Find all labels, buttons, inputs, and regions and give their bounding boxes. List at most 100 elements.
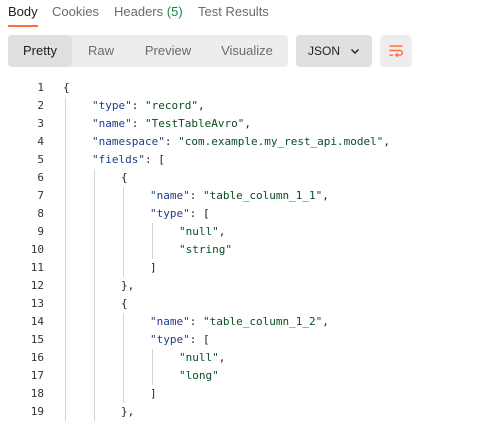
code-line: 9 "null", [0, 223, 496, 241]
indent-guide [65, 259, 66, 277]
json-punctuation: ] [150, 261, 157, 274]
json-string: "string" [179, 243, 232, 256]
indent-guide [65, 349, 66, 367]
json-punctuation: , [218, 225, 226, 238]
indent-guide [65, 331, 66, 349]
tab-cookies[interactable]: Cookies [52, 4, 99, 19]
view-visualize-button[interactable]: Visualize [206, 35, 288, 67]
code-text: "null", [179, 349, 225, 367]
json-punctuation: , [244, 117, 251, 130]
code-line: 11] [0, 259, 496, 277]
code-line: 12}, [0, 277, 496, 295]
indent-guide [65, 367, 66, 385]
indent-guide [65, 169, 66, 187]
line-number: 7 [37, 189, 44, 202]
indent-guide [123, 223, 124, 241]
indent-guide [123, 313, 124, 331]
indent-guide [65, 241, 66, 259]
code-text: { [121, 169, 128, 187]
view-preview-button[interactable]: Preview [130, 35, 206, 67]
code-line: 5 "fields": [ [0, 151, 496, 169]
line-number: 16 [30, 351, 44, 364]
code-line: 2 "type": "record", [0, 97, 496, 115]
code-text: "long" [179, 367, 219, 385]
indent-guide [65, 403, 66, 421]
line-number: 2 [37, 99, 44, 112]
code-line: 4 "namespace": "com.example.my_rest_api.m… [0, 133, 496, 151]
indent-guide [65, 205, 66, 223]
code-text: { [121, 295, 128, 313]
wrap-lines-button[interactable] [380, 35, 412, 67]
response-body-code: 1{2 "type": "record", 3 "name": "TestTableA… [0, 72, 496, 421]
indent-guide [152, 367, 153, 385]
code-text: }, [121, 403, 134, 421]
code-line: 7 "name": "table_column_1_1", [0, 187, 496, 205]
indent-guide [94, 205, 95, 223]
language-select[interactable]: JSON [296, 35, 372, 67]
code-line: 16 "null", [0, 349, 496, 367]
view-mode-switcher: Pretty Raw Preview Visualize [8, 35, 288, 67]
json-punctuation: , [383, 135, 391, 148]
indent-guide [152, 241, 153, 259]
indent-guide [94, 241, 95, 259]
json-key: "type" [92, 99, 132, 112]
line-number: 9 [37, 225, 44, 238]
tab-headers[interactable]: Headers (5) [114, 4, 183, 19]
indent-guide [123, 205, 124, 223]
code-text: "name": "TestTableAvro", [92, 115, 251, 133]
json-string: "com.example.my_rest_api.model" [178, 135, 384, 148]
indent-guide [94, 259, 95, 277]
line-number: 11 [30, 261, 44, 274]
indent-guide [94, 295, 95, 313]
json-key: "name" [150, 189, 190, 202]
code-line: 17 "long" [0, 367, 496, 385]
indent-guide [65, 223, 66, 241]
json-punctuation: ] [150, 387, 157, 400]
json-punctuation: , [322, 189, 329, 202]
code-line: 15 "type": [ [0, 331, 496, 349]
view-pretty-button[interactable]: Pretty [8, 35, 72, 67]
json-punctuation: { [63, 81, 70, 94]
code-text: "namespace": "com.example.my_rest_api.mo… [92, 133, 390, 151]
wrap-lines-icon [389, 45, 403, 58]
code-line: 13 { [0, 295, 496, 313]
indent-guide [65, 97, 66, 115]
code-text: }, [121, 277, 134, 295]
line-number: 1 [37, 81, 44, 94]
json-punctuation: : [189, 189, 203, 202]
json-key: "type" [150, 207, 190, 220]
indent-guide [65, 313, 66, 331]
json-punctuation: { [121, 297, 128, 310]
line-number: 4 [37, 135, 44, 148]
indent-guide [94, 349, 95, 367]
indent-guide [94, 403, 95, 421]
json-string: "record" [145, 99, 198, 112]
view-raw-button[interactable]: Raw [72, 35, 130, 67]
chevron-down-icon [351, 49, 359, 54]
line-number: 5 [37, 153, 44, 166]
json-punctuation: , [322, 315, 329, 328]
json-punctuation: , [218, 351, 226, 364]
indent-guide [94, 277, 95, 295]
json-key: "type" [150, 333, 190, 346]
indent-guide [65, 187, 66, 205]
tab-test-results[interactable]: Test Results [198, 4, 269, 19]
code-text: "null", [179, 223, 225, 241]
indent-guide [123, 259, 124, 277]
indent-guide [65, 295, 66, 313]
indent-guide [94, 223, 95, 241]
indent-guide [94, 187, 95, 205]
code-line: 19}, [0, 403, 496, 421]
json-key: "name" [92, 117, 132, 130]
indent-guide [123, 241, 124, 259]
indent-guide [152, 349, 153, 367]
line-number: 18 [30, 387, 44, 400]
tab-body[interactable]: Body [8, 4, 38, 19]
line-number: 8 [37, 207, 44, 220]
json-string: "null" [179, 225, 219, 238]
line-number: 12 [30, 279, 44, 292]
code-text: "type": "record", [92, 97, 205, 115]
code-line: 18] [0, 385, 496, 403]
code-line: 8 "type": [ [0, 205, 496, 223]
json-string: "table_column_1_1" [203, 189, 323, 202]
